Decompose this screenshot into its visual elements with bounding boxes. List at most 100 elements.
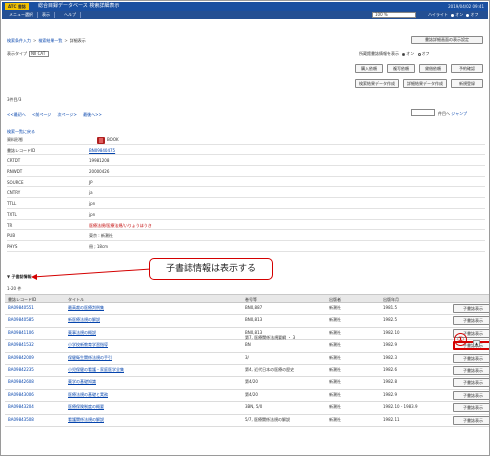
detail-row: PHYS 冊 ; 18cm (7, 241, 485, 252)
table-row: BA09840585 新医療法規の解説 BN0,813 新潮社 1982.5 子書誌表示 (5, 315, 489, 328)
show-child-button[interactable]: 子書誌表示 (453, 316, 489, 326)
radio-on-icon[interactable] (451, 13, 455, 17)
view-type: 表示タイプ NII CAT (7, 51, 49, 57)
child-volume: 第4/20 (245, 391, 258, 397)
page-jump-suffix: 件目へ (438, 111, 450, 116)
child-volume: 3BN, 5/0 (245, 404, 263, 410)
child-title-link[interactable]: 小学校新教育学習指導 (68, 342, 238, 348)
child-record-id-link[interactable]: BA09841106 (8, 330, 68, 335)
child-volume: 5/7, 医療関係法規の解説 (245, 416, 290, 422)
contrast-on-label: オン (455, 12, 464, 17)
child-record-id-link[interactable]: BA09840551 (8, 305, 68, 310)
child-publisher: 新潮社 (329, 366, 341, 372)
contrast-toggle[interactable]: ハイライト オン オフ (428, 12, 478, 18)
view-type-select[interactable]: NII CAT (29, 51, 49, 57)
child-title-link[interactable]: 看護関係法規の解説 (68, 417, 238, 423)
record-id-link[interactable]: BN09840475 (89, 148, 115, 153)
show-child-button[interactable]: 子書誌表示 (453, 403, 489, 413)
child-title-link[interactable]: 最高裁の医療判例集 (68, 305, 238, 311)
breadcrumb-separator: > (33, 38, 37, 43)
show-child-button[interactable]: 子書誌表示 (453, 304, 489, 313)
table-row: BA09843508 看護関係法規の解説 5/7, 医療関係法規の解説 新潮社 1982… (5, 415, 489, 427)
menu-item-help[interactable]: ヘルプ (60, 12, 81, 18)
breadcrumb-search-input[interactable]: 検索条件入力 (7, 38, 31, 43)
child-year: 1982.5 (383, 317, 397, 323)
child-title-link[interactable]: 医療保険制度の概要 (68, 404, 238, 410)
pager-last-link[interactable]: 最後へ>> (83, 112, 102, 117)
show-child-button[interactable]: 子書誌表示 (453, 365, 489, 375)
table-row: BA09842235 小児保健の看護・家庭医学全集 第4, 近代日本の医療の歴史 新潮… (5, 365, 489, 378)
page-jump-input[interactable] (411, 109, 435, 116)
detail-data-button[interactable]: 詳細結果データ作成 (403, 79, 447, 88)
child-publisher: 新潮社 (329, 379, 341, 385)
show-child-button[interactable]: 子書誌表示 (453, 353, 489, 363)
pager-next-link[interactable]: 次ページ> (58, 112, 77, 117)
show-child-button[interactable]: 子書誌表示 (453, 390, 489, 400)
table-row: BA09841106 薬事法規の概説 BN0,813 新潮社 1982.10 第7, 医療… (5, 328, 489, 341)
breadcrumb-result-list[interactable]: 検索結果一覧 (38, 38, 62, 43)
child-title-link[interactable]: 薬学の基礎知識 (68, 379, 238, 385)
child-section-header: ▼ 子書誌情報 (7, 274, 32, 279)
child-volume: 第4/20 (245, 379, 258, 385)
page-jump-link[interactable]: ジャンプ (451, 111, 467, 116)
radio-on-icon[interactable] (402, 52, 406, 56)
detail-label: TXTL (7, 211, 17, 217)
child-record-id-link[interactable]: BA09840585 (8, 317, 68, 322)
system-title: 総合目録データベース 検索詳細表示 (38, 3, 120, 9)
child-record-id-link[interactable]: BA09843006 (8, 392, 68, 397)
detail-row: 資料形態 BOOK (7, 134, 485, 145)
breadcrumb-current: 詳細表示 (69, 38, 86, 43)
child-title-link[interactable]: 保健衛生関係法規の手引 (68, 355, 238, 361)
child-title-link[interactable]: 医療法規の基礎と実務 (68, 392, 238, 398)
menu-item-view[interactable]: 表示 (38, 12, 55, 18)
detail-label: RNWDT (7, 169, 23, 175)
detail-label: 書誌レコードID (7, 147, 36, 153)
show-child-button[interactable]: 子書誌表示 (453, 415, 489, 425)
book-icon (97, 137, 105, 144)
child-record-id-link[interactable]: BA09843508 (8, 417, 68, 422)
show-child-button[interactable]: 子書誌表示 (453, 378, 489, 388)
child-publisher: 新潮社 (329, 404, 341, 410)
child-publisher: 新潮社 (329, 317, 341, 323)
new-register-button[interactable]: 新規登録 (451, 79, 483, 88)
child-volume: 3/ (245, 354, 249, 360)
child-publisher: 新潮社 (329, 354, 341, 360)
detail-row: RNWDT 20000426 (7, 166, 485, 177)
child-year: 1982.9 (383, 391, 397, 397)
child-year: 1982.10 (383, 329, 400, 335)
loan-request-button[interactable]: 貸借依頼 (419, 64, 447, 73)
child-record-id-link[interactable]: BA09842608 (8, 379, 68, 384)
child-publisher: 新潮社 (329, 342, 341, 348)
detail-value: 19981208 (89, 158, 110, 164)
child-year: 1981.5 (383, 305, 397, 310)
result-data-button[interactable]: 検索結果データ作成 (355, 79, 399, 88)
table-row: BA09840551 最高裁の医療判例集 BN0,887 新潮社 1981.5 子書誌表示 (5, 303, 489, 316)
child-year: 1982.9 (383, 342, 397, 348)
copy-request-button[interactable]: 複写依頼 (387, 64, 415, 73)
holding-on-label: オン (406, 51, 415, 56)
reserve-button[interactable]: 予約確認 (451, 64, 483, 73)
child-year: 1982.6 (383, 366, 397, 372)
display-settings-button[interactable]: 書誌詳細画面の表示設定 (411, 36, 483, 44)
detail-row: SOURCE JP (7, 177, 485, 188)
radio-off-icon[interactable] (417, 52, 421, 56)
child-title-link[interactable]: 新医療法規の解説 (68, 317, 238, 323)
zoom-select[interactable]: 100 % (372, 12, 416, 18)
child-title-link[interactable]: 薬事法規の概説 (68, 330, 238, 336)
page-jump: 件目へ ジャンプ (438, 111, 467, 117)
child-title-link[interactable]: 小児保健の看護・家庭医学全集 (68, 367, 238, 373)
annotation-callout: 子書誌情報は表示する (149, 258, 273, 280)
pager-prev-link[interactable]: <前ページ (32, 112, 51, 117)
pager: <<最初へ <前ページ 次ページ> 最後へ>> (7, 112, 107, 118)
scroll-up-icon[interactable]: ▲ (473, 340, 480, 347)
menu-item-select[interactable]: メニュー選択 (5, 12, 38, 18)
child-volume: 第4, 近代日本の医療の歴史 (245, 366, 295, 372)
child-record-id-link[interactable]: BA09842009 (8, 355, 68, 360)
child-record-id-link[interactable]: BA09842235 (8, 367, 68, 372)
child-record-id-link[interactable]: BA09843204 (8, 404, 68, 409)
child-record-id-link[interactable]: BA09841532 (8, 342, 68, 347)
pager-first-link[interactable]: <<最初へ (7, 112, 26, 117)
bib-detail-table: 資料形態 BOOK 書誌レコードID BN09840475 CRTDT 1998… (7, 134, 485, 252)
child-year: 1982.3 (383, 354, 397, 360)
purchase-request-button[interactable]: 購入依頼 (355, 64, 383, 73)
